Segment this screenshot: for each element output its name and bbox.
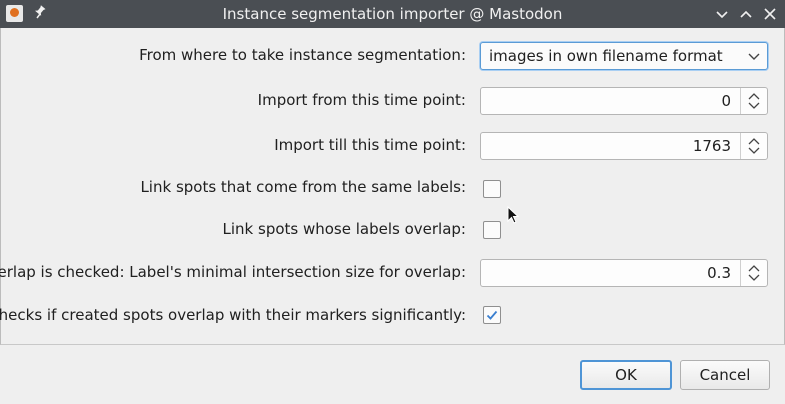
spinner-down-icon[interactable]: [748, 102, 760, 110]
source-select[interactable]: images in own filename format: [480, 42, 768, 70]
link-same-labels-label: Link spots that come from the same label…: [140, 178, 466, 196]
till-timepoint-label: Import till this time point:: [274, 136, 466, 154]
spinner-buttons: [740, 133, 767, 159]
overlap-size-spinner[interactable]: 0.3: [480, 259, 768, 287]
check-markers-checkbox[interactable]: [483, 306, 501, 324]
overlap-size-label: If overlap is checked: Label's minimal i…: [0, 263, 466, 281]
minimize-button[interactable]: [711, 3, 733, 25]
till-timepoint-spinner[interactable]: 1763: [480, 132, 768, 160]
mouse-cursor-icon: [507, 206, 520, 224]
spinner-down-icon[interactable]: [748, 147, 760, 155]
from-timepoint-label: Import from this time point:: [257, 91, 466, 109]
cancel-button[interactable]: Cancel: [680, 360, 770, 390]
spinner-up-icon[interactable]: [748, 92, 760, 100]
window-title: Instance segmentation importer @ Mastodo…: [222, 5, 563, 23]
link-overlap-checkbox[interactable]: [483, 221, 501, 239]
source-select-value: images in own filename format: [489, 47, 723, 65]
link-overlap-label: Link spots whose labels overlap:: [222, 220, 466, 238]
link-same-labels-checkbox[interactable]: [483, 180, 501, 198]
ok-button[interactable]: OK: [580, 360, 672, 390]
from-timepoint-value: 0: [721, 92, 731, 110]
close-button[interactable]: [759, 3, 781, 25]
checkmark-icon: [486, 310, 498, 320]
from-timepoint-spinner[interactable]: 0: [480, 87, 768, 115]
source-label: From where to take instance segmentation…: [139, 46, 466, 64]
spinner-buttons: [740, 88, 767, 114]
chevron-down-icon: [748, 53, 760, 60]
spinner-up-icon[interactable]: [748, 264, 760, 272]
check-markers-label: Checks if created spots overlap with the…: [0, 306, 466, 324]
spinner-up-icon[interactable]: [748, 137, 760, 145]
till-timepoint-value: 1763: [692, 137, 731, 155]
maximize-button[interactable]: [735, 3, 757, 25]
close-icon: [764, 8, 776, 20]
title-bar: Instance segmentation importer @ Mastodo…: [0, 0, 785, 28]
chevron-up-icon: [740, 10, 752, 18]
spinner-buttons: [740, 260, 767, 286]
chevron-down-icon: [716, 11, 728, 19]
spinner-down-icon[interactable]: [748, 274, 760, 282]
overlap-size-value: 0.3: [707, 264, 731, 282]
